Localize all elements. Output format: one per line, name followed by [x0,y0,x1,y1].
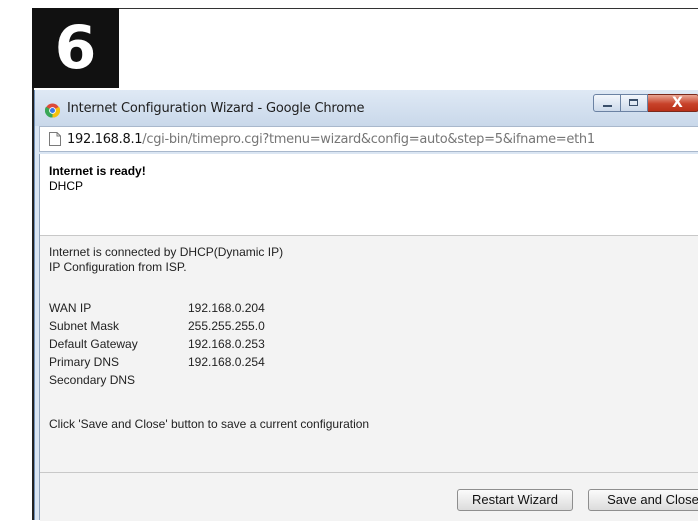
url-host: 192.168.8.1 [67,132,143,147]
close-icon: X [672,95,683,111]
info-label: Subnet Mask [49,319,120,333]
page-icon [49,132,61,146]
status-header: Internet is ready! DHCP [40,154,698,236]
info-label: Primary DNS [49,355,120,369]
table-row: WAN IP 192.168.0.204 [49,301,265,319]
table-row: Primary DNS 192.168.0.254 [49,355,265,373]
minimize-icon [603,105,612,107]
browser-window: Internet Configuration Wizard - Google C… [34,90,698,521]
window-title: Internet Configuration Wizard - Google C… [67,101,365,116]
info-value: 192.168.0.204 [188,301,265,315]
info-value: 192.168.0.254 [188,355,265,369]
ip-info-table: WAN IP 192.168.0.204 Subnet Mask 255.255… [49,301,265,391]
table-row: Subnet Mask 255.255.255.0 [49,319,265,337]
info-value: 192.168.0.253 [188,337,265,351]
table-row: Secondary DNS [49,373,265,391]
chrome-icon [45,103,60,118]
isp-message: IP Configuration from ISP. [49,260,187,274]
table-row: Default Gateway 192.168.0.253 [49,337,265,355]
minimize-button[interactable] [593,94,621,112]
top-rule [119,8,698,9]
save-and-close-button[interactable]: Save and Close [588,489,698,511]
connection-message: Internet is connected by DHCP(Dynamic IP… [49,245,284,259]
status-title: Internet is ready! [49,164,146,178]
button-bar: Restart Wizard Save and Close [40,472,698,521]
status-subtitle: DHCP [49,179,84,193]
maximize-button[interactable] [621,94,648,112]
wizard-content: Internet is ready! DHCP Internet is conn… [39,154,698,521]
maximize-icon [629,99,638,106]
url-bar[interactable]: 192.168.8.1/cgi-bin/timepro.cgi?tmenu=wi… [39,126,698,152]
restart-wizard-button[interactable]: Restart Wizard [457,489,573,511]
info-label: Default Gateway [49,337,138,351]
url-path: /cgi-bin/timepro.cgi?tmenu=wizard&config… [142,132,595,147]
info-label: Secondary DNS [49,373,136,387]
close-button[interactable]: X [648,94,698,112]
url-text[interactable]: 192.168.8.1/cgi-bin/timepro.cgi?tmenu=wi… [67,132,595,147]
info-value [188,373,265,391]
title-bar[interactable]: Internet Configuration Wizard - Google C… [35,90,698,126]
info-value: 255.255.255.0 [188,319,265,333]
step-number-badge: 6 [32,8,119,88]
info-label: WAN IP [49,301,92,315]
save-instruction: Click 'Save and Close' button to save a … [49,417,370,431]
